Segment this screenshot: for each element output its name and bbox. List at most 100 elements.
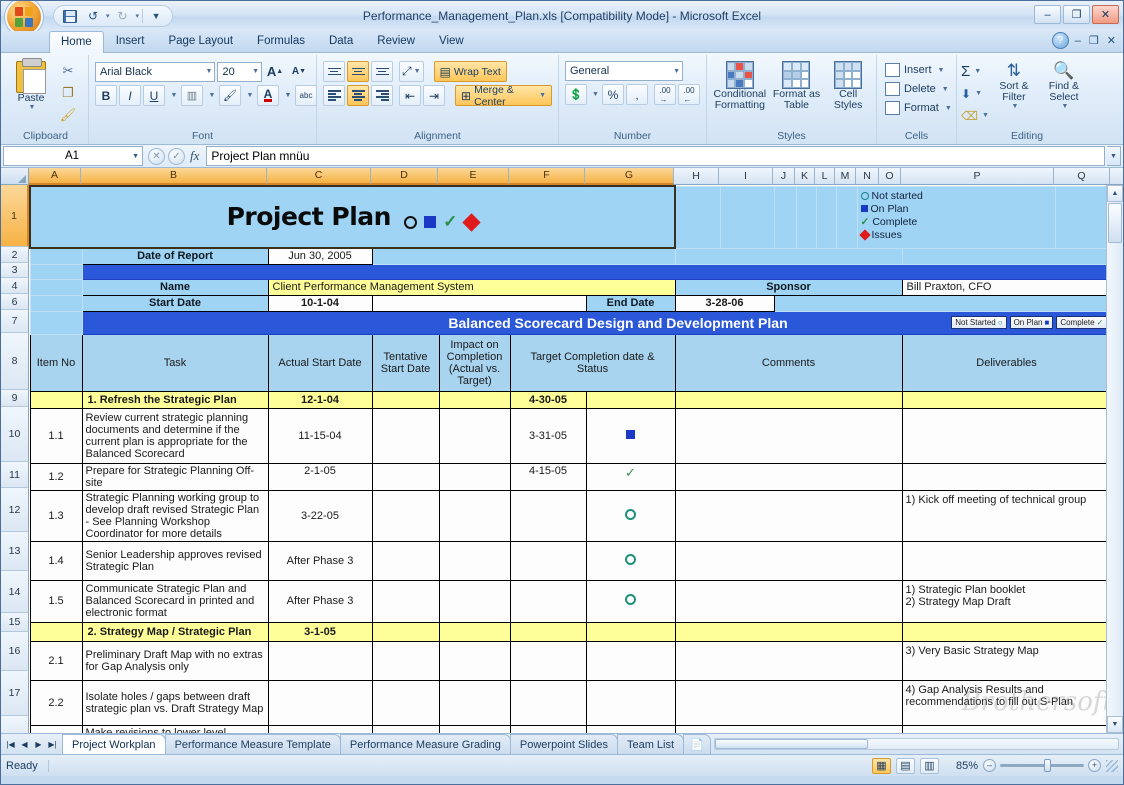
clear-button[interactable]: ⌫▼ xyxy=(961,105,989,126)
ribbon-tab-view[interactable]: View xyxy=(427,30,476,52)
page-layout-view-button[interactable]: ▤ xyxy=(896,758,915,774)
column-header-K[interactable]: K xyxy=(795,168,815,185)
table-row-section-2[interactable]: 2. Strategy Map / Strategic Plan 3-1-05 xyxy=(30,622,1123,641)
sheet-tab-performance-measure-template[interactable]: Performance Measure Template xyxy=(165,734,341,754)
customize-qat-icon[interactable]: ▼ xyxy=(146,7,166,25)
table-row[interactable]: 1.2 Prepare for Strategic Planning Off-s… xyxy=(30,463,1123,490)
horizontal-scroll-thumb[interactable] xyxy=(715,739,868,749)
sheet-tab-powerpoint-slides[interactable]: Powerpoint Slides xyxy=(510,734,618,754)
sheet-tab-team-list[interactable]: Team List xyxy=(617,734,684,754)
horizontal-scrollbar[interactable] xyxy=(714,738,1119,750)
decrease-indent-button[interactable]: ⇤ xyxy=(399,85,421,106)
name-box-dropdown-icon[interactable]: ▼ xyxy=(132,153,139,160)
sheet-title-cell[interactable]: Project Plan ✓ xyxy=(30,186,675,248)
column-header-P[interactable]: P xyxy=(901,168,1054,185)
status-button-on-plan[interactable]: On Plan■ xyxy=(1010,316,1054,329)
paste-button[interactable]: Paste ▼ xyxy=(7,59,55,111)
vertical-scroll-track[interactable] xyxy=(1107,244,1123,716)
fill-button[interactable]: ⬇▼ xyxy=(961,83,989,104)
restore-button[interactable]: ❐ xyxy=(1063,5,1090,24)
zoom-slider[interactable]: – + xyxy=(983,759,1101,772)
normal-view-button[interactable]: ▦ xyxy=(872,758,891,774)
column-header-O[interactable]: O xyxy=(879,168,901,185)
doc-minimize-icon[interactable]: – xyxy=(1073,35,1083,47)
orientation-button[interactable]: ⤢▼ xyxy=(399,61,424,82)
accounting-format-button[interactable]: 💲 xyxy=(565,84,587,105)
first-sheet-icon[interactable]: |◀ xyxy=(4,740,17,749)
merge-center-button[interactable]: ⊞Merge & Center▼ xyxy=(455,85,552,106)
page-break-view-button[interactable]: ▥ xyxy=(920,758,939,774)
column-header-F[interactable]: F xyxy=(509,168,585,185)
comma-style-button[interactable]: , xyxy=(626,84,648,105)
ribbon-tab-home[interactable]: Home xyxy=(49,31,104,53)
redo-icon[interactable]: ↻ xyxy=(113,7,133,25)
column-header-H[interactable]: H xyxy=(674,168,719,185)
sheet-tab-project-workplan[interactable]: Project Workplan xyxy=(62,734,166,754)
row-header-1[interactable]: 1 xyxy=(1,185,29,247)
row-header-4[interactable]: 4 xyxy=(1,278,29,294)
end-date-value[interactable]: 3-28-06 xyxy=(675,295,774,311)
worksheet-canvas[interactable]: Project Plan ✓ xyxy=(29,185,1123,733)
number-format-combo[interactable]: General▼ xyxy=(565,61,683,81)
table-row[interactable]: 1.4 Senior Leadership approves revised S… xyxy=(30,541,1123,580)
save-icon[interactable] xyxy=(60,7,80,25)
insert-worksheet-icon[interactable]: 📄 xyxy=(683,734,711,754)
insert-function-icon[interactable]: fx xyxy=(188,148,201,164)
table-row[interactable]: 1.3 Strategic Planning working group to … xyxy=(30,490,1123,541)
align-center-button[interactable] xyxy=(347,85,369,106)
column-header-A[interactable]: A xyxy=(29,168,81,185)
zoom-thumb[interactable] xyxy=(1044,759,1051,772)
name-box[interactable]: A1 ▼ xyxy=(3,146,143,166)
next-sheet-icon[interactable]: ▶ xyxy=(32,740,45,749)
align-middle-button[interactable] xyxy=(347,61,369,82)
format-cells-button[interactable]: Format▼ xyxy=(881,99,956,117)
scroll-down-button[interactable]: ▼ xyxy=(1107,716,1123,733)
zoom-level[interactable]: 85% xyxy=(944,760,978,772)
font-size-combo[interactable]: 20▼ xyxy=(217,62,262,82)
formula-input[interactable]: Project Plan mnüu xyxy=(206,146,1105,166)
row-header-18[interactable] xyxy=(1,716,29,733)
table-row[interactable]: 1.1 Review current strategic planning do… xyxy=(30,408,1123,463)
fill-color-button[interactable]: 🖌 xyxy=(219,85,241,106)
italic-button[interactable]: I xyxy=(119,85,141,106)
column-header-C[interactable]: C xyxy=(267,168,371,185)
font-color-button[interactable]: A xyxy=(257,85,279,106)
align-bottom-button[interactable] xyxy=(371,61,393,82)
ribbon-tab-review[interactable]: Review xyxy=(365,30,427,52)
borders-button[interactable]: ▥ xyxy=(181,85,203,106)
row-header-10[interactable]: 10 xyxy=(1,407,29,462)
align-left-button[interactable] xyxy=(323,85,345,106)
row-header-12[interactable]: 12 xyxy=(1,488,29,532)
cell-styles-button[interactable]: Cell Styles xyxy=(825,59,871,111)
row-header-6[interactable]: 6 xyxy=(1,294,29,310)
status-button-complete[interactable]: Complete✓ xyxy=(1056,316,1107,329)
row-header-17[interactable]: 17 xyxy=(1,671,29,716)
table-row[interactable]: 2.1 Preliminary Draft Map with no extras… xyxy=(30,641,1123,680)
decrease-font-size-button[interactable]: A▼ xyxy=(288,61,310,82)
row-header-9[interactable]: 9 xyxy=(1,390,29,407)
insert-cells-button[interactable]: Insert▼ xyxy=(881,61,956,79)
wrap-text-button[interactable]: ▤Wrap Text xyxy=(434,61,507,82)
zoom-in-button[interactable]: + xyxy=(1088,759,1101,772)
phonetic-guide-button[interactable]: abc xyxy=(295,85,317,106)
doc-restore-icon[interactable]: ❐ xyxy=(1087,34,1101,47)
vertical-scrollbar[interactable]: ▲ ▼ xyxy=(1106,185,1123,733)
copy-icon[interactable]: ❐ xyxy=(58,84,78,102)
increase-indent-button[interactable]: ⇥ xyxy=(423,85,445,106)
column-header-D[interactable]: D xyxy=(371,168,438,185)
table-row[interactable]: Make revisions to lower level objectives… xyxy=(30,725,1123,733)
table-row[interactable]: 1.5 Communicate Strategic Plan and Balan… xyxy=(30,580,1123,622)
increase-font-size-button[interactable]: A▲ xyxy=(264,61,286,82)
column-header-N[interactable]: N xyxy=(856,168,879,185)
close-button[interactable]: ✕ xyxy=(1092,5,1119,24)
column-header-Q[interactable]: Q xyxy=(1054,168,1110,185)
delete-cells-button[interactable]: Delete▼ xyxy=(881,80,956,98)
date-of-report-value[interactable]: Jun 30, 2005 xyxy=(268,248,372,264)
project-name-value[interactable]: Client Performance Management System xyxy=(268,279,675,295)
status-button-not-started[interactable]: Not Started○ xyxy=(951,316,1006,329)
ribbon-tab-insert[interactable]: Insert xyxy=(104,30,157,52)
row-header-11[interactable]: 11 xyxy=(1,462,29,488)
decrease-decimal-button[interactable]: .00← xyxy=(678,84,700,105)
cancel-formula-icon[interactable]: ✕ xyxy=(148,148,165,165)
vertical-scroll-thumb[interactable] xyxy=(1108,203,1122,243)
